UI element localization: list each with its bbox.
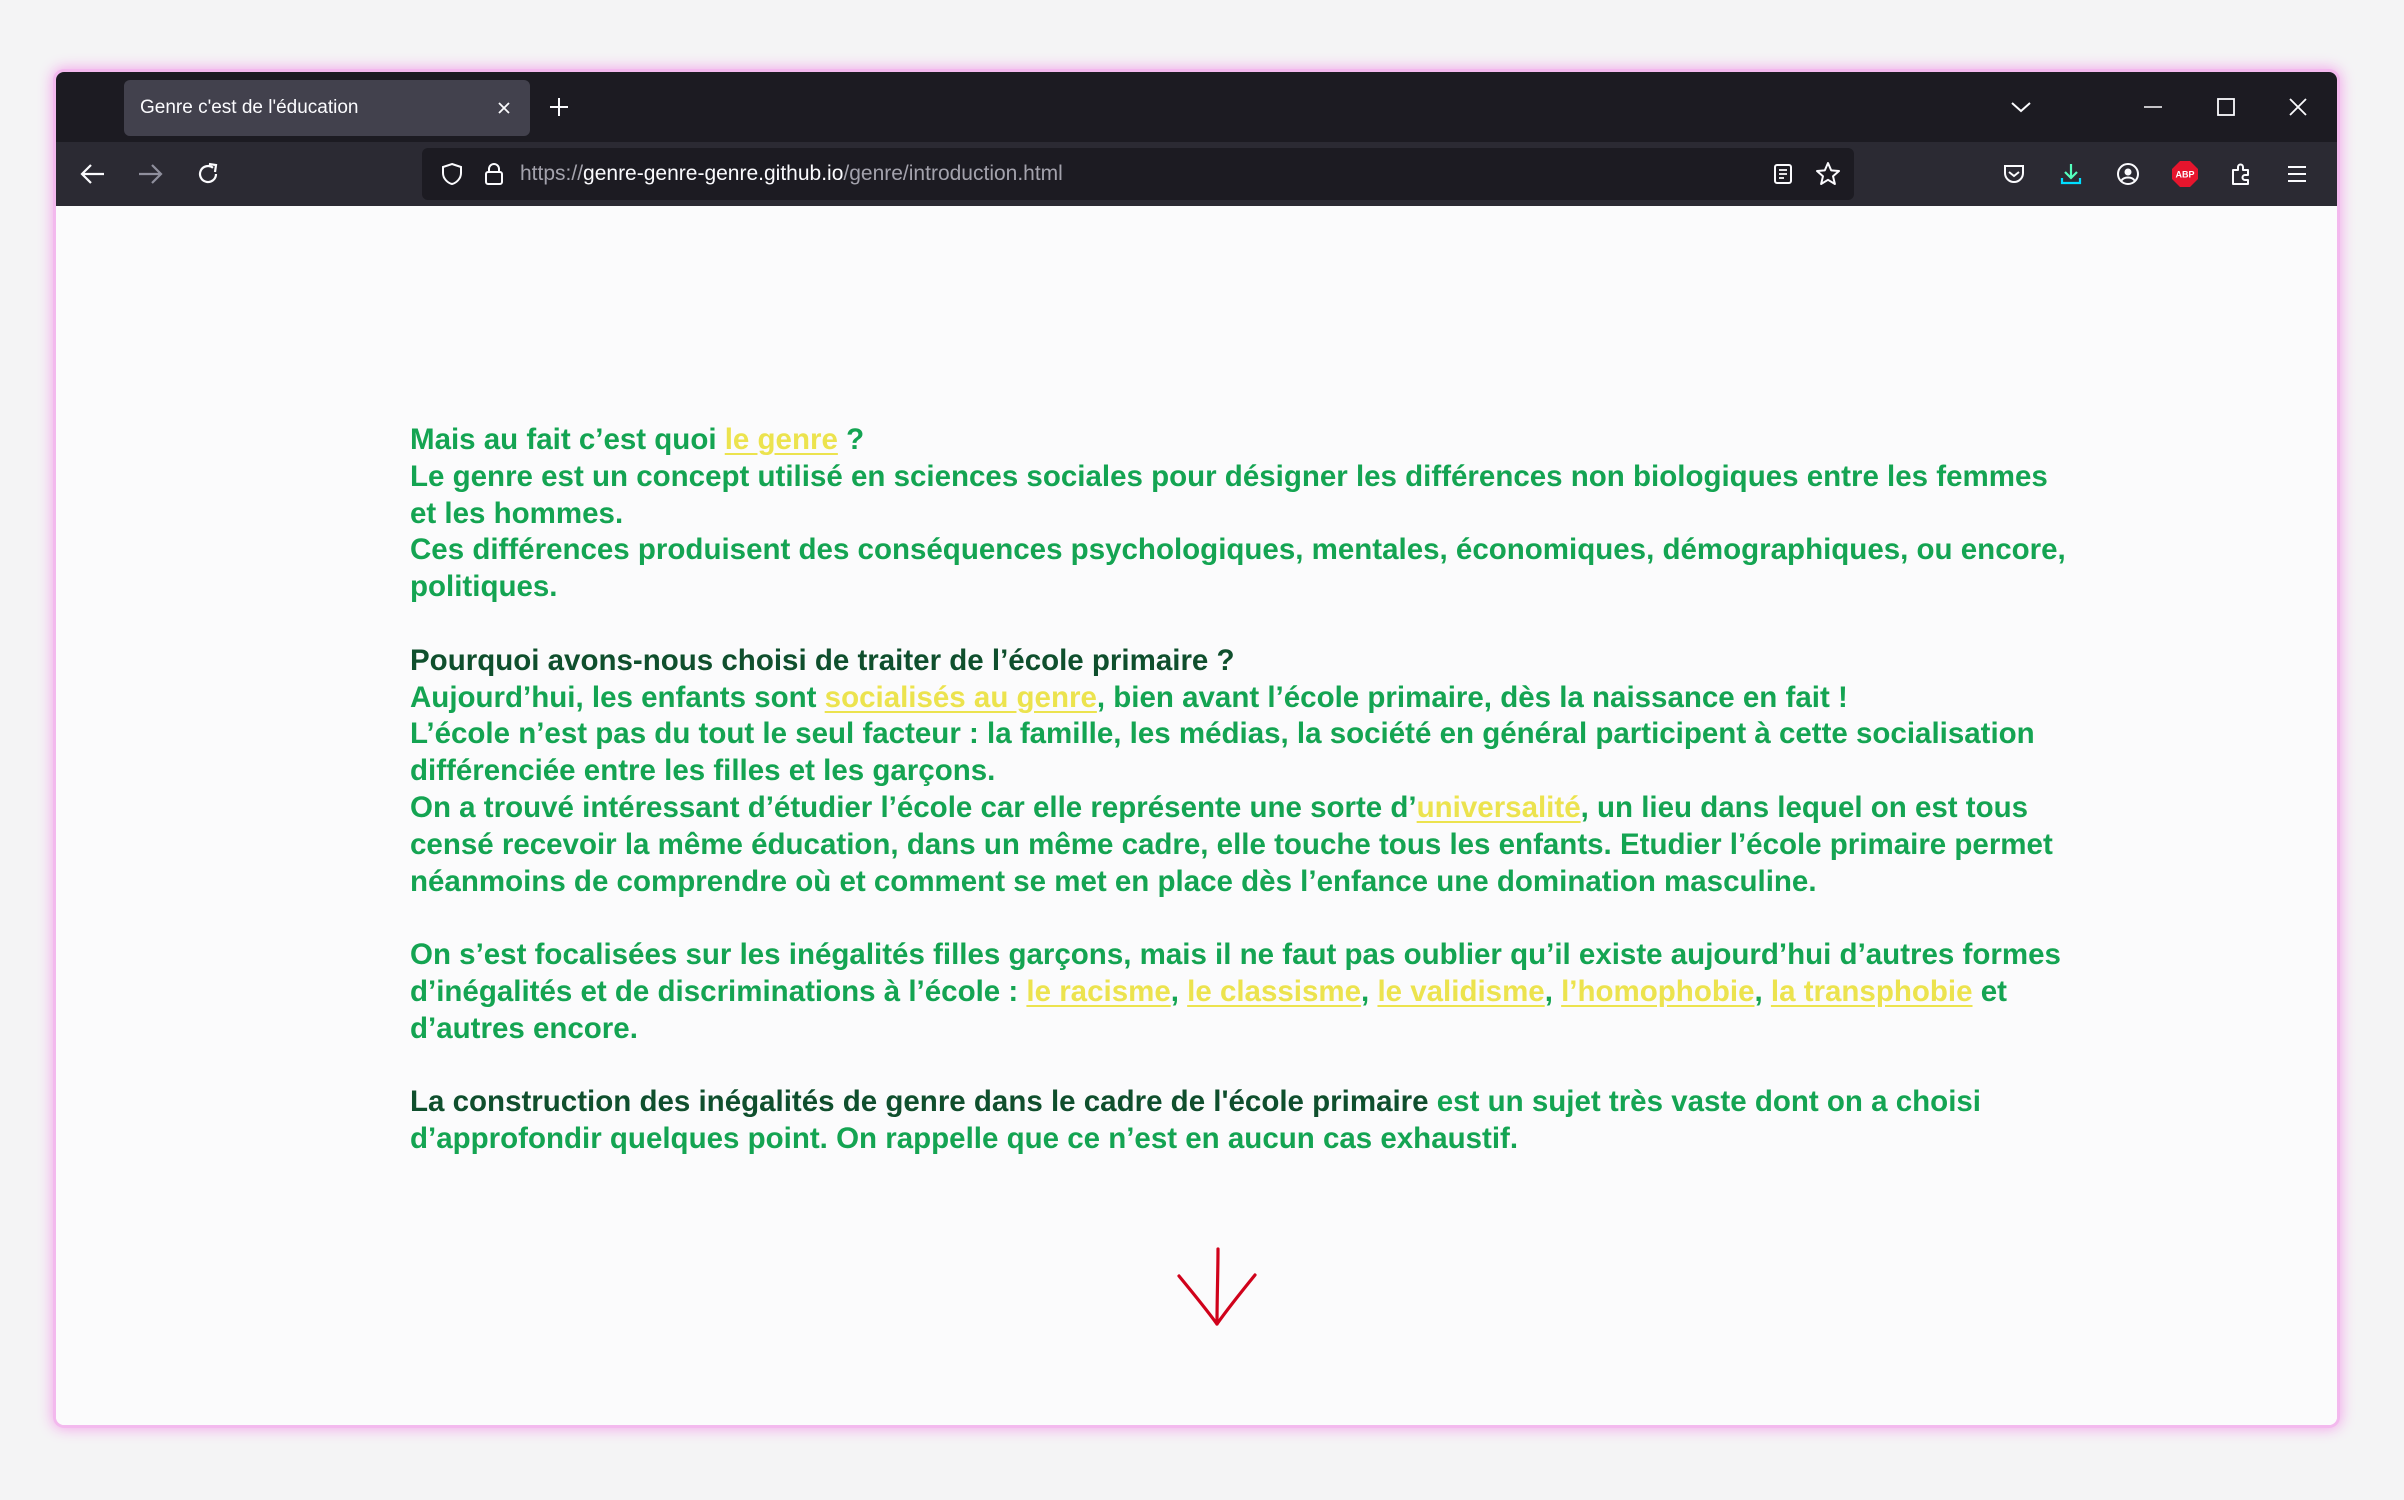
link-racisme[interactable]: le racisme — [1026, 975, 1170, 1008]
question-mark: ? — [837, 423, 865, 456]
close-window-icon[interactable] — [2273, 82, 2323, 132]
separator: , — [1544, 974, 1562, 1008]
link-homophobie[interactable]: l’homophobie — [1561, 975, 1754, 1008]
adblock-icon[interactable]: ABP — [2160, 149, 2210, 199]
tab-close-icon[interactable] — [484, 88, 524, 128]
link-socialises-au-genre[interactable]: socialisés au genre — [825, 681, 1097, 714]
account-icon[interactable] — [2103, 149, 2153, 199]
list-all-tabs-icon[interactable] — [1996, 82, 2046, 132]
tab-strip: Genre c'est de l'éducation — [56, 72, 2337, 142]
reader-view-icon[interactable] — [1763, 154, 1803, 194]
lock-icon[interactable] — [474, 154, 514, 194]
paragraph-definition: Mais au fait c’est quoi le genre ? Le ge… — [410, 422, 2070, 606]
url-host: genre-genre-genre.github.io — [583, 162, 844, 185]
article: Mais au fait c’est quoi le genre ? Le ge… — [410, 422, 2070, 1195]
bookmark-star-icon[interactable] — [1808, 154, 1848, 194]
shield-icon[interactable] — [432, 154, 472, 194]
back-icon[interactable] — [68, 149, 118, 199]
separator: , — [1754, 974, 1771, 1008]
page-content: Mais au fait c’est quoi le genre ? Le ge… — [56, 206, 2337, 1425]
forward-icon[interactable] — [125, 149, 175, 199]
link-le-genre[interactable]: le genre — [725, 423, 838, 456]
pocket-icon[interactable] — [1989, 149, 2039, 199]
paragraph-discriminations: On s’est focalisées sur les inégalités f… — [410, 937, 2070, 1047]
nav-bar: https://genre-genre-genre.github.io/genr… — [56, 142, 2337, 206]
socialisation-text-end: , bien avant l’école primaire, dès la na… — [1096, 680, 1848, 714]
factors-text: L’école n’est pas du tout le seul facteu… — [410, 717, 2035, 788]
conclusion-subject: La construction des inégalités de genre … — [410, 1085, 1429, 1119]
separator: , — [1361, 974, 1378, 1008]
url-path: /genre/introduction.html — [843, 162, 1063, 185]
socialisation-text: Aujourd’hui, les enfants sont — [410, 680, 825, 714]
link-universalite[interactable]: universalité — [1417, 791, 1581, 824]
question-text: Mais au fait c’est quoi — [410, 423, 725, 456]
url-scheme: https:// — [520, 162, 584, 185]
consequences-text: Ces différences produisent des conséquen… — [410, 533, 2066, 604]
svg-text:ABP: ABP — [2175, 170, 2194, 180]
reload-icon[interactable] — [183, 149, 233, 199]
extensions-icon[interactable] — [2216, 149, 2266, 199]
url-bar[interactable]: https://genre-genre-genre.github.io/genr… — [422, 148, 1854, 200]
scroll-down-arrow-icon[interactable] — [1173, 1247, 1263, 1329]
link-transphobie[interactable]: la transphobie — [1771, 975, 1973, 1008]
section-heading: Pourquoi avons-nous choisi de traiter de… — [410, 643, 1235, 677]
universality-text: On a trouvé intéressant d’étudier l’écol… — [410, 790, 1417, 824]
paragraph-conclusion: La construction des inégalités de genre … — [410, 1084, 2070, 1158]
definition-text: Le genre est un concept utilisé en scien… — [410, 459, 2048, 530]
tab-active[interactable]: Genre c'est de l'éducation — [124, 80, 530, 136]
maximize-icon[interactable] — [2201, 82, 2251, 132]
separator: , — [1170, 974, 1188, 1008]
url-text[interactable]: https://genre-genre-genre.github.io/genr… — [520, 148, 1063, 200]
browser-window: Genre c'est de l'éducation https://genre… — [56, 72, 2337, 1425]
link-validisme[interactable]: le validisme — [1377, 975, 1544, 1008]
menu-icon[interactable] — [2272, 149, 2322, 199]
tab-title: Genre c'est de l'éducation — [140, 97, 359, 118]
link-classisme[interactable]: le classisme — [1187, 975, 1361, 1008]
new-tab-icon[interactable] — [534, 82, 584, 132]
minimize-icon[interactable] — [2128, 82, 2178, 132]
download-icon[interactable] — [2046, 149, 2096, 199]
paragraph-why-school: Pourquoi avons-nous choisi de traiter de… — [410, 643, 2070, 901]
